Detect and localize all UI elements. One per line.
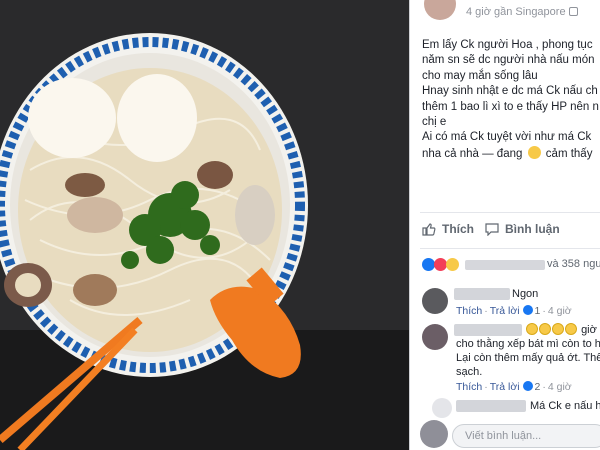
comment-text: sạch.	[456, 366, 483, 378]
comment-time[interactable]: 4 giờ	[548, 381, 572, 393]
commenter-avatar[interactable]	[422, 288, 448, 314]
comment-like-link[interactable]: Thích	[456, 381, 482, 393]
like-button[interactable]: Thích	[422, 222, 474, 236]
comment-line: giờ	[526, 323, 597, 337]
divider	[420, 212, 600, 213]
post-time-location[interactable]: 4 giờ gần Singapore	[466, 6, 566, 18]
post-line: năm sn sẽ dc người nhà nấu món	[422, 54, 595, 67]
blurred-name	[465, 260, 545, 270]
comment-text: giờ	[581, 324, 597, 336]
write-comment-input[interactable]: Viết bình luận...	[452, 424, 600, 448]
comment-label: Bình luận	[505, 222, 560, 236]
comment-text: Ngon	[512, 288, 539, 300]
comment-reply-link[interactable]: Trả lời	[490, 381, 520, 393]
comment-icon	[485, 222, 499, 236]
commenter-avatar[interactable]	[422, 324, 448, 350]
comment-actions: Thích · Trả lời 2 · 4 giờ	[456, 381, 572, 393]
blurred-name	[456, 400, 526, 412]
comment-actions: Thích · Trả lời 1 · 4 giờ	[456, 305, 572, 317]
post-line: thêm 1 bao lì xì to e thấy HP nên n	[422, 100, 599, 113]
post-meta: 4 giờ gần Singapore	[466, 6, 578, 18]
comment-button[interactable]: Bình luận	[485, 222, 560, 236]
divider	[420, 248, 600, 249]
post-panel: 4 giờ gần Singapore Em lấy Ck người Hoa …	[409, 0, 600, 450]
post-header: 4 giờ gần Singapore	[410, 0, 600, 22]
post-line: chị e	[422, 116, 447, 129]
comment-time[interactable]: 4 giờ	[548, 305, 572, 317]
noodle-soup-photo	[0, 0, 409, 450]
mini-like-icon	[522, 381, 533, 391]
reaction-count-text: và 358 ngư	[547, 258, 600, 270]
post-line-text: nha cả nhà — đang	[422, 147, 523, 160]
wow-emoji-icon	[526, 323, 538, 335]
wow-emoji-icon	[552, 323, 564, 335]
like-label: Thích	[442, 222, 474, 236]
comment-like-count: 1	[534, 305, 541, 317]
post-line: cho may mắn sống lâu	[422, 69, 538, 82]
comment-text: Má Ck e nấu hơ	[530, 400, 600, 412]
comment-like-link[interactable]: Thích	[456, 305, 482, 317]
wow-reaction-icon	[446, 258, 459, 271]
wow-emoji-icon	[565, 323, 577, 335]
mini-like-icon	[522, 305, 533, 315]
post-photo[interactable]	[0, 0, 409, 450]
comment-text: cho thằng xếp bát mì còn to hơn	[456, 338, 600, 350]
post-line: Em lấy Ck người Hoa , phong tục	[422, 39, 593, 51]
author-avatar[interactable]	[424, 0, 456, 20]
post-line: Hnay sinh nhật e dc má Ck nấu ch	[422, 85, 598, 98]
blurred-name	[454, 288, 510, 300]
current-user-avatar	[420, 420, 448, 448]
post-line: Ai có má Ck tuyệt vời như má Ck	[422, 131, 592, 144]
feeling-text: cảm thấy	[545, 147, 593, 160]
reactions-summary[interactable]: và 358 ngư	[410, 256, 600, 274]
smile-emoji-icon	[527, 145, 541, 159]
comment-text: Lại còn thêm mấy quả ớt. Thế m	[456, 352, 600, 364]
post-actions: Thích Bình luận	[410, 218, 600, 242]
write-comment-placeholder: Viết bình luận...	[465, 430, 542, 442]
post-body: Em lấy Ck người Hoa , phong tục năm sn s…	[422, 38, 600, 162]
commenter-avatar[interactable]	[432, 398, 452, 418]
thumbs-up-icon	[422, 222, 436, 236]
blurred-name	[454, 324, 522, 336]
globe-icon	[568, 7, 578, 16]
comment-reply-link[interactable]: Trả lời	[490, 305, 520, 317]
comment-like-count: 2	[534, 381, 541, 393]
wow-emoji-icon	[539, 323, 551, 335]
post-line: nha cả nhà — đang cảm thấy	[422, 145, 600, 162]
